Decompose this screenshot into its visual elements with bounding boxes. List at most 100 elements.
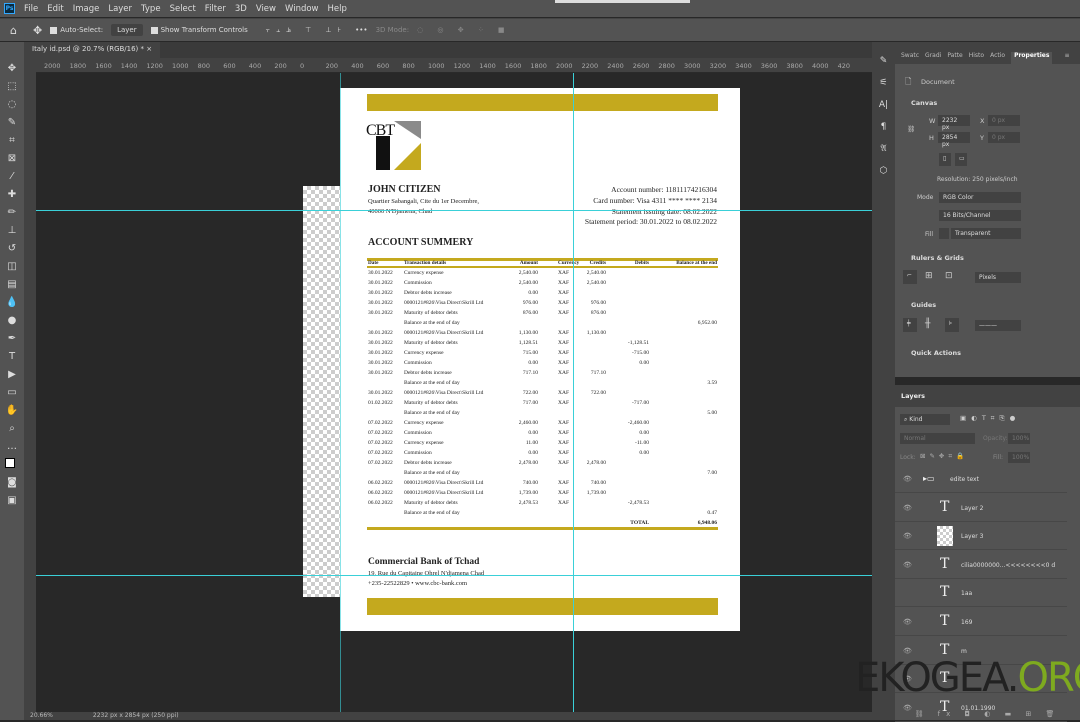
type-tool-icon[interactable]: T: [5, 350, 19, 363]
ruler-toggle-icon[interactable]: ⌐: [903, 270, 917, 284]
visibility-eye-icon[interactable]: 👁: [903, 532, 912, 540]
tab-swatches[interactable]: Swatc: [901, 52, 919, 64]
lock-icons[interactable]: ⊠✎✥⌗🔒: [920, 452, 968, 461]
tab-actions[interactable]: Actio: [990, 52, 1005, 64]
menu-edit[interactable]: Edit: [47, 4, 63, 14]
menu-layer[interactable]: Layer: [108, 4, 132, 14]
layer-row[interactable]: 👁 T 169: [895, 608, 1067, 636]
menu-window[interactable]: Window: [285, 4, 319, 14]
visibility-eye-icon[interactable]: 👁: [903, 647, 912, 655]
character-icon[interactable]: A|: [876, 100, 892, 114]
menu-select[interactable]: Select: [170, 4, 196, 14]
3d-tools-icons[interactable]: ◌ ◎ ✥ ⁘ ■: [417, 26, 510, 34]
auto-select-checkbox[interactable]: Auto-Select:: [50, 26, 103, 34]
quick-select-tool-icon[interactable]: ✎: [5, 116, 19, 129]
guides-section[interactable]: Guides: [911, 301, 936, 309]
brush-tool-icon[interactable]: ✏: [5, 206, 19, 219]
visibility-eye-icon[interactable]: 👁: [903, 504, 912, 512]
more-tools-icon[interactable]: …: [5, 440, 19, 453]
panel-menu-icon[interactable]: ≡: [1064, 52, 1069, 64]
fill-swatch[interactable]: [939, 228, 949, 239]
layer-fill-field[interactable]: 100%: [1008, 452, 1030, 463]
tab-patterns[interactable]: Patte: [947, 52, 962, 64]
dodge-tool-icon[interactable]: ●: [5, 314, 19, 327]
visibility-eye-icon[interactable]: 👁: [903, 618, 912, 626]
layer-filter-kind[interactable]: ⌕ Kind: [900, 414, 950, 425]
layer-row[interactable]: 👁 Tcilia0000000...<<<<<<<<0 d: [895, 551, 1067, 579]
pixel-grid-icon[interactable]: ⊡: [945, 271, 953, 281]
visibility-eye-icon[interactable]: 👁: [903, 561, 912, 569]
document-canvas[interactable]: CBT JOHN CITIZEN Quartier Sabangali, Cit…: [340, 88, 740, 631]
move-tool-icon[interactable]: ✥: [5, 62, 19, 75]
quick-actions-section[interactable]: Quick Actions: [911, 349, 961, 357]
layer-row[interactable]: T 1aa: [895, 579, 1067, 608]
marquee-tool-icon[interactable]: ⬚: [5, 80, 19, 93]
menu-view[interactable]: View: [256, 4, 276, 14]
horizontal-guide[interactable]: [36, 575, 872, 576]
3d-icon[interactable]: ⬡: [876, 166, 892, 180]
guide-style-dropdown[interactable]: ———: [975, 320, 1021, 331]
x-field[interactable]: 0 px: [988, 115, 1020, 126]
layer-row[interactable]: 👁 Layer 3: [895, 522, 1067, 551]
eyedropper-tool-icon[interactable]: ⁄: [5, 170, 19, 183]
healing-tool-icon[interactable]: ✚: [5, 188, 19, 201]
portrait-orientation-icon[interactable]: ▯: [939, 153, 951, 166]
layer-row[interactable]: 👁 T Layer 2: [895, 494, 1067, 522]
align-icons[interactable]: ⫟⫠⫡ ⊤ ⊥⊦: [266, 26, 347, 35]
zoom-level[interactable]: 20.66%: [30, 712, 53, 720]
frame-tool-icon[interactable]: ⊠: [5, 152, 19, 165]
brush-settings-icon[interactable]: ✎: [876, 56, 892, 70]
tab-history[interactable]: Histo: [969, 52, 984, 64]
link-icon[interactable]: ⛓: [907, 125, 915, 133]
show-transform-checkbox[interactable]: Show Transform Controls: [150, 26, 248, 34]
home-icon[interactable]: ⌂: [10, 24, 17, 37]
quick-mask-icon[interactable]: ◙: [5, 476, 19, 489]
auto-select-target-dropdown[interactable]: Layer: [111, 24, 143, 36]
menu-filter[interactable]: Filter: [205, 4, 226, 14]
menu-help[interactable]: Help: [328, 4, 347, 14]
layers-tab[interactable]: Layers: [895, 385, 1080, 407]
y-field[interactable]: 0 px: [988, 132, 1020, 143]
search-field[interactable]: [555, 0, 690, 3]
tab-gradients[interactable]: Gradi: [925, 52, 941, 64]
paragraph-icon[interactable]: ¶: [876, 122, 892, 136]
lock-guides-icon[interactable]: ╫: [925, 319, 930, 329]
stamp-tool-icon[interactable]: ⊥: [5, 224, 19, 237]
color-mode-dropdown[interactable]: RGB Color: [939, 192, 1021, 203]
tab-properties[interactable]: Properties: [1011, 52, 1053, 64]
smart-guides-icon[interactable]: ⊧: [945, 318, 959, 332]
blur-tool-icon[interactable]: 💧: [5, 296, 19, 309]
lasso-tool-icon[interactable]: ◌: [5, 98, 19, 111]
document-tab[interactable]: Italy id.psd @ 20.7% (RGB/16) * ×: [24, 42, 161, 58]
opacity-field[interactable]: 100%: [1008, 433, 1030, 444]
glyphs-icon[interactable]: 𝔄: [876, 144, 892, 158]
more-icon[interactable]: •••: [355, 26, 367, 34]
height-field[interactable]: 2854 px: [938, 132, 970, 148]
fill-dropdown[interactable]: Transparent: [951, 228, 1021, 239]
crop-tool-icon[interactable]: ⌗: [5, 134, 19, 147]
zoom-tool-icon[interactable]: ⌕: [5, 422, 19, 435]
vertical-guide[interactable]: [573, 73, 574, 712]
history-brush-icon[interactable]: ↺: [5, 242, 19, 255]
hand-tool-icon[interactable]: ✋: [5, 404, 19, 417]
path-select-tool-icon[interactable]: ▶: [5, 368, 19, 381]
adjust-icon[interactable]: ⚟: [876, 78, 892, 92]
guides-toggle-icon[interactable]: ╪: [903, 318, 917, 332]
grid-icon[interactable]: ⊞: [925, 271, 933, 281]
eraser-tool-icon[interactable]: ◫: [5, 260, 19, 273]
horizontal-guide[interactable]: [36, 210, 872, 211]
pen-tool-icon[interactable]: ✒: [5, 332, 19, 345]
close-tab-icon[interactable]: ×: [146, 45, 152, 53]
shape-tool-icon[interactable]: ▭: [5, 386, 19, 399]
move-tool-icon[interactable]: ✥: [33, 24, 42, 37]
landscape-orientation-icon[interactable]: ▭: [955, 153, 967, 166]
width-field[interactable]: 2232 px: [938, 115, 970, 131]
layer-actions-bar[interactable]: ⛓ fx ◘ ◐ ▬ ⊞ 🗑: [895, 710, 1080, 720]
rulers-grids-section[interactable]: Rulers & Grids: [911, 254, 964, 262]
bit-depth-dropdown[interactable]: 16 Bits/Channel: [939, 210, 1021, 221]
vertical-guide[interactable]: [340, 73, 341, 712]
menu-image[interactable]: Image: [73, 4, 100, 14]
ruler-units-dropdown[interactable]: Pixels: [975, 272, 1021, 283]
gradient-tool-icon[interactable]: ▤: [5, 278, 19, 291]
color-swatches[interactable]: [5, 458, 19, 471]
